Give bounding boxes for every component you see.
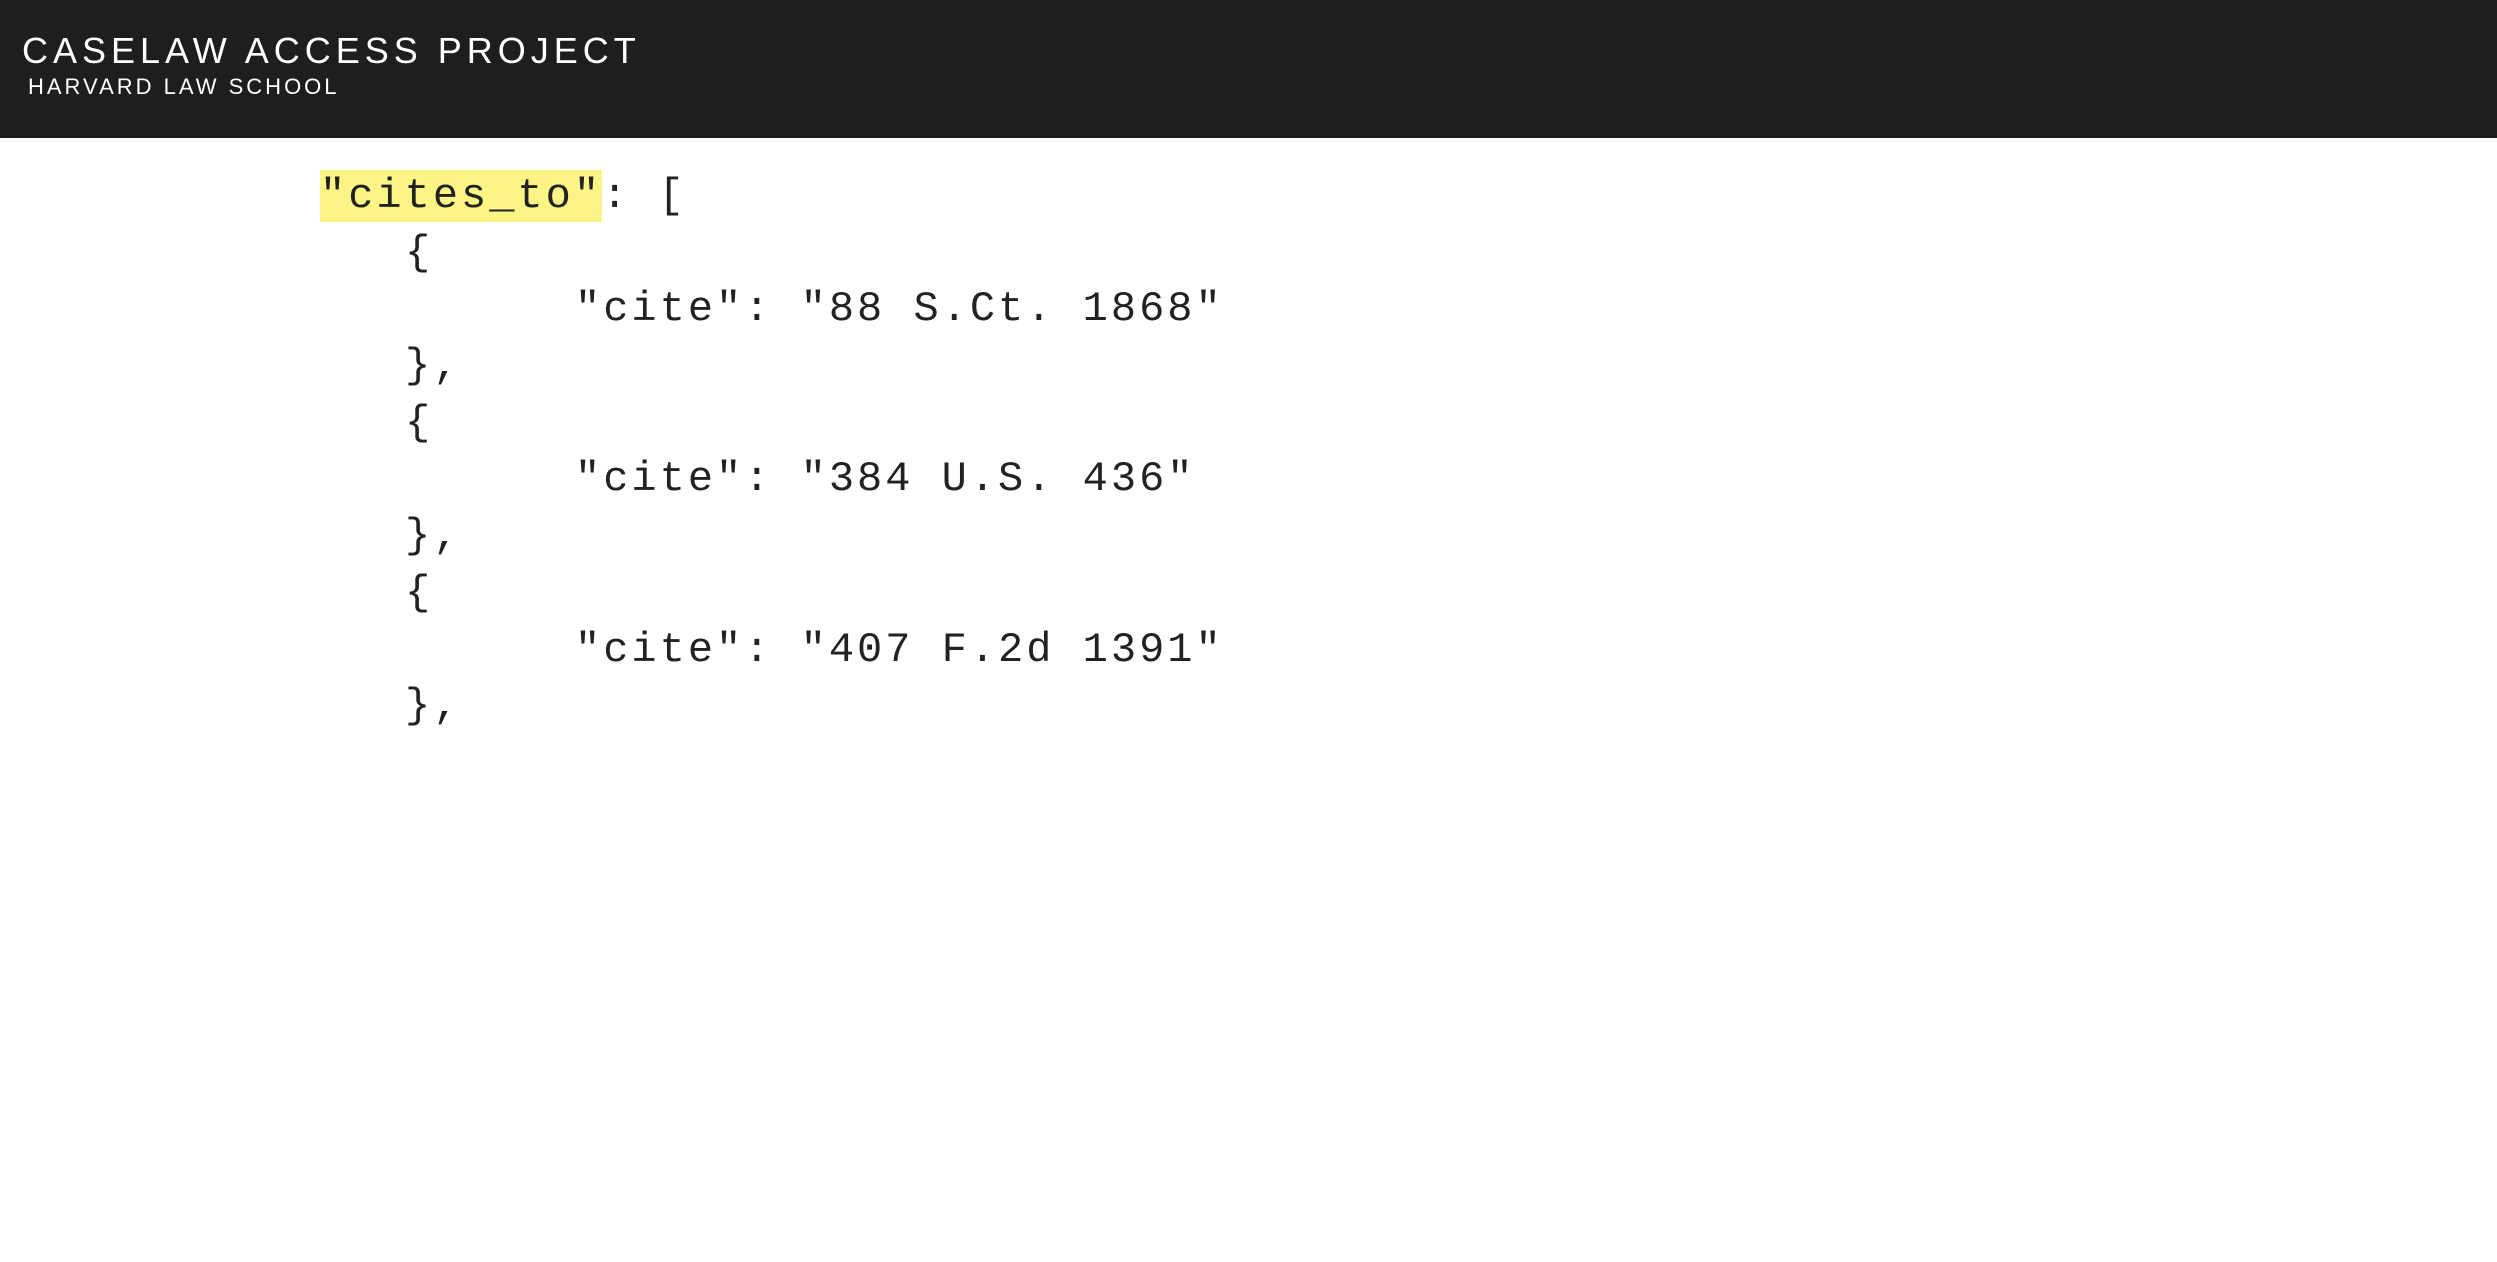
code-block: "cites_to": [ { "cite": "88 S.Ct. 1868" … — [0, 138, 2497, 735]
code-brace-close-2: }, — [320, 508, 2497, 565]
code-brace-close-1: }, — [320, 338, 2497, 395]
code-cite-2: "cite": "384 U.S. 436" — [320, 451, 2497, 508]
code-brace-open-2: { — [320, 395, 2497, 452]
highlighted-key: "cites_to" — [320, 170, 602, 222]
code-line-key: "cites_to": [ — [320, 168, 2497, 225]
code-cite-1: "cite": "88 S.Ct. 1868" — [320, 281, 2497, 338]
code-brace-close-3: }, — [320, 678, 2497, 735]
header: CASELAW ACCESS PROJECT HARVARD LAW SCHOO… — [0, 0, 2497, 138]
code-open-bracket: : [ — [602, 172, 687, 220]
header-subtitle: HARVARD LAW SCHOOL — [28, 74, 2475, 100]
code-cite-3: "cite": "407 F.2d 1391" — [320, 622, 2497, 679]
code-brace-open-3: { — [320, 565, 2497, 622]
code-brace-open-1: { — [320, 225, 2497, 282]
header-title: CASELAW ACCESS PROJECT — [22, 30, 2475, 72]
